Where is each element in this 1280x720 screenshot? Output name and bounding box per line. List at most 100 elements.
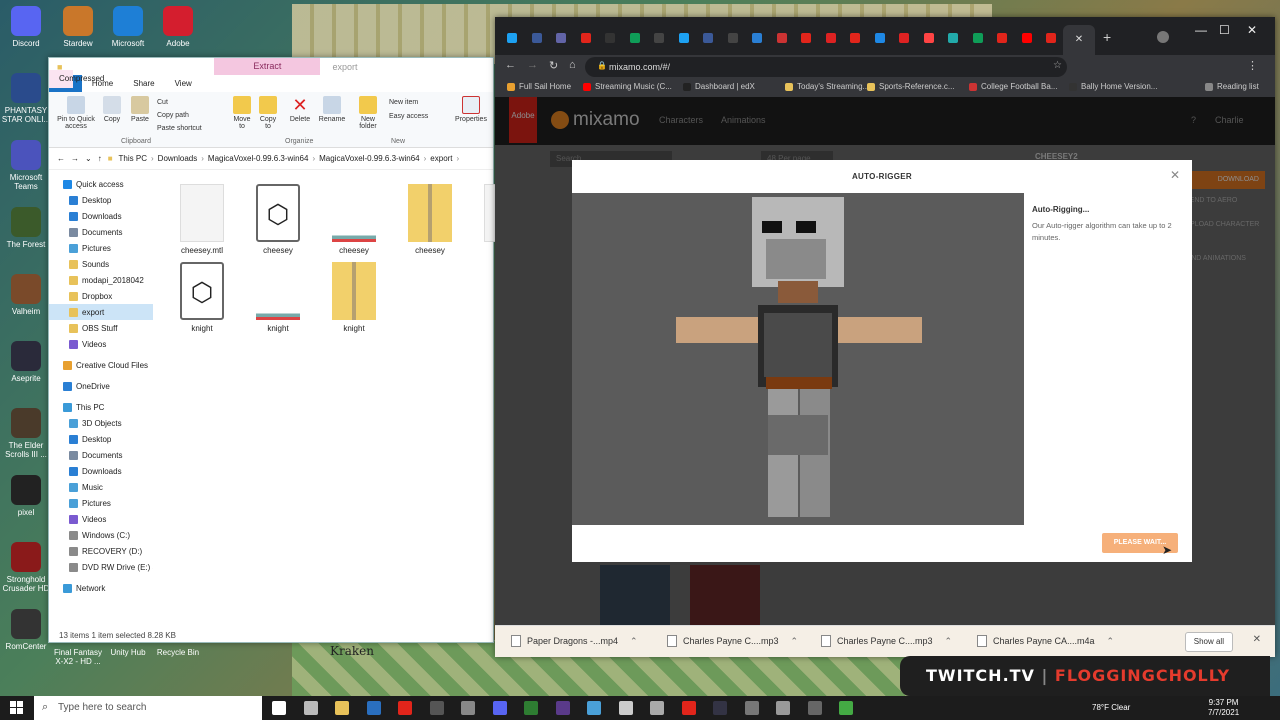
download-item[interactable]: Charles Payne CA....m4a ⌃ xyxy=(977,635,1114,647)
copy-button[interactable]: Copy xyxy=(101,96,123,123)
home-icon[interactable]: ⌂ xyxy=(569,59,576,71)
file-item[interactable]: knight xyxy=(323,262,385,333)
minimize-icon[interactable]: — xyxy=(1195,23,1207,37)
nav-item[interactable]: export xyxy=(49,304,153,320)
active-tab[interactable]: ✕ xyxy=(1063,25,1095,55)
show-all-button[interactable]: Show all xyxy=(1184,632,1233,652)
forward-icon[interactable]: → xyxy=(527,59,538,71)
explorer-context-tab[interactable]: Extract xyxy=(214,58,321,75)
desktop-icon[interactable]: Adobe xyxy=(152,6,204,48)
bookmark-star-icon[interactable]: ☆ xyxy=(1053,60,1062,71)
nav-item[interactable]: Pictures xyxy=(49,240,153,256)
maximize-icon[interactable]: ☐ xyxy=(1219,23,1230,37)
copy-to-button[interactable]: Copy to xyxy=(257,96,279,130)
taskbar-app-icon[interactable] xyxy=(335,701,349,715)
nav-item[interactable]: Dropbox xyxy=(49,288,153,304)
tab-view[interactable]: View xyxy=(165,75,202,92)
nav-item[interactable]: Network xyxy=(49,580,153,596)
browser-tab[interactable] xyxy=(748,29,772,47)
browser-tab[interactable] xyxy=(920,29,944,47)
browser-tab[interactable] xyxy=(1018,29,1042,47)
nav-item[interactable]: Downloads xyxy=(49,208,153,224)
desktop-icon-label[interactable]: Recycle Bin xyxy=(152,648,204,657)
browser-tab[interactable] xyxy=(944,29,968,47)
file-item[interactable]: cheesey xyxy=(399,184,461,255)
nav-item[interactable]: Desktop xyxy=(49,431,153,447)
browser-tab[interactable] xyxy=(577,29,601,47)
close-downloads-icon[interactable]: ✕ xyxy=(1253,634,1261,645)
forward-arrow-icon[interactable]: → xyxy=(71,154,79,163)
nav-item[interactable]: Pictures xyxy=(49,495,153,511)
desktop-icon[interactable]: The Forest xyxy=(0,207,52,249)
file-item[interactable]: knight xyxy=(247,262,309,333)
chevron-up-icon[interactable]: ⌃ xyxy=(945,636,953,647)
bookmark-item[interactable]: Reading list xyxy=(1205,82,1259,91)
character-viewport[interactable] xyxy=(572,193,1024,525)
clock[interactable]: 9:37 PM 7/7/2021 xyxy=(1208,698,1239,718)
desktop-icon-label[interactable]: Final Fantasy X-X2 - HD ... xyxy=(52,648,104,666)
bookmark-item[interactable]: Dashboard | edX xyxy=(683,82,755,91)
nav-item[interactable]: Creative Cloud Files xyxy=(49,357,153,373)
desktop-icon[interactable]: pixel xyxy=(0,475,52,517)
browser-tab[interactable] xyxy=(969,29,993,47)
browser-tab[interactable] xyxy=(822,29,846,47)
nav-item[interactable]: 3D Objects xyxy=(49,415,153,431)
taskbar-app-icon[interactable] xyxy=(272,701,286,715)
paste-shortcut-button[interactable]: Paste shortcut xyxy=(157,122,229,135)
bookmark-item[interactable]: College Football Ba... xyxy=(969,82,1058,91)
browser-tab[interactable] xyxy=(675,29,699,47)
taskbar-search-input[interactable]: Type here to search xyxy=(34,696,262,720)
browser-tab[interactable] xyxy=(552,29,576,47)
nav-item[interactable]: Documents xyxy=(49,447,153,463)
browser-tab[interactable] xyxy=(503,29,527,47)
bookmark-item[interactable]: Streaming Music (C... xyxy=(583,82,672,91)
taskbar-app-icon[interactable] xyxy=(461,701,475,715)
desktop-icon[interactable]: The Elder Scrolls III ... xyxy=(0,408,52,459)
move-to-button[interactable]: Move to xyxy=(231,96,253,130)
profile-avatar[interactable] xyxy=(1157,31,1169,43)
browser-tab[interactable] xyxy=(895,29,919,47)
breadcrumb-item[interactable]: This PC xyxy=(119,154,147,163)
copy-path-button[interactable]: Copy path xyxy=(157,109,229,122)
tab-compressed-folder-tools[interactable]: Compressed Folder Tools xyxy=(49,70,104,117)
download-item[interactable]: Paper Dragons -...mp4 ⌃ xyxy=(511,635,638,647)
browser-tab[interactable] xyxy=(797,29,821,47)
bookmark-item[interactable]: Today's Streaming... xyxy=(785,82,869,91)
chevron-up-icon[interactable]: ⌃ xyxy=(791,636,799,647)
url-input[interactable]: mixamo.com/#/ xyxy=(585,57,1067,77)
desktop-icon[interactable]: Microsoft xyxy=(102,6,154,48)
up-arrow-icon[interactable]: ↑ xyxy=(98,154,102,163)
dropdown-chevron-icon[interactable]: ⌄ xyxy=(85,154,92,163)
file-item[interactable]: ⬡ knight xyxy=(171,262,233,333)
reload-icon[interactable]: ↻ xyxy=(549,59,558,72)
file-item[interactable]: ⬡ cheesey xyxy=(247,184,309,255)
breadcrumb-item[interactable]: export xyxy=(430,154,452,163)
taskbar-app-icon[interactable] xyxy=(303,701,318,715)
desktop-icon[interactable]: Stardew xyxy=(52,6,104,48)
nav-item[interactable]: Videos xyxy=(49,336,153,352)
desktop-icon[interactable]: Valheim xyxy=(0,274,52,316)
delete-button[interactable]: ✕ Delete xyxy=(287,96,313,123)
taskbar-app-icon[interactable] xyxy=(776,701,790,715)
breadcrumb-item[interactable]: MagicaVoxel-0.99.6.3-win64 xyxy=(208,154,309,163)
bookmark-item[interactable]: Bally Home Version... xyxy=(1069,82,1157,91)
chevron-up-icon[interactable]: ⌃ xyxy=(1107,636,1115,647)
nav-item[interactable]: Videos xyxy=(49,511,153,527)
new-tab-button[interactable]: + xyxy=(1103,29,1111,45)
desktop-icon[interactable]: Aseprite xyxy=(0,341,52,383)
browser-tab[interactable] xyxy=(846,29,870,47)
file-item[interactable]: cheesey.mtl xyxy=(171,184,233,255)
bookmark-item[interactable]: Full Sail Home xyxy=(507,82,571,91)
taskbar-app-icon[interactable] xyxy=(555,701,570,715)
nav-item[interactable]: Windows (C:) xyxy=(49,527,153,543)
nav-item[interactable]: Quick access xyxy=(49,176,153,192)
address-bar[interactable]: ← → ⌄ ↑ ■ This PC › Downloads › MagicaVoxel-… xyxy=(49,148,493,170)
download-item[interactable]: Charles Payne C....mp3 ⌃ xyxy=(821,635,952,647)
taskbar-app-icon[interactable] xyxy=(524,701,538,715)
browser-tab[interactable] xyxy=(626,29,650,47)
taskbar-app-icon[interactable] xyxy=(807,701,822,715)
nav-item[interactable]: This PC xyxy=(49,399,153,415)
close-icon[interactable]: ✕ xyxy=(1170,168,1180,182)
taskbar-app-icon[interactable] xyxy=(713,701,727,715)
nav-item[interactable]: modapi_2018042 xyxy=(49,272,153,288)
